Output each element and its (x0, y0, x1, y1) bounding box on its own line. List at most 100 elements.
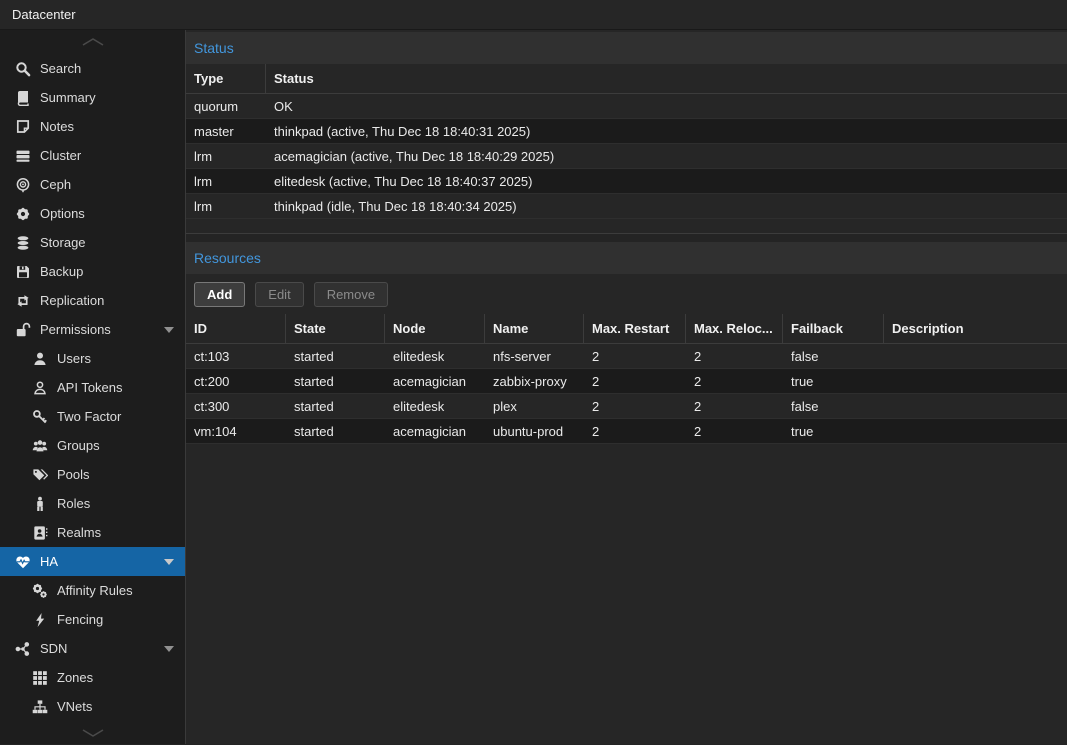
resource-name-cell: nfs-server (485, 349, 584, 364)
status-type-cell: lrm (186, 174, 266, 189)
resource-id-cell: ct:200 (186, 374, 286, 389)
status-value-cell: acemagician (active, Thu Dec 18 18:40:29… (266, 149, 1067, 164)
status-table-row[interactable]: lrm elitedesk (active, Thu Dec 18 18:40:… (186, 169, 1067, 194)
sidebar-item-label: Search (40, 61, 81, 76)
collapse-caret-icon[interactable] (164, 646, 174, 652)
column-header-status[interactable]: Status (266, 64, 1067, 93)
sidebar-item-label: SDN (40, 641, 67, 656)
sidebar-item-label: Two Factor (57, 409, 121, 424)
sidebar-item-two-factor[interactable]: Two Factor (0, 402, 185, 431)
status-panel-title: Status (194, 40, 234, 56)
sidebar-item-ceph[interactable]: Ceph (0, 170, 185, 199)
status-type-cell: quorum (186, 99, 266, 114)
resource-failback-cell: true (783, 424, 884, 439)
sidebar-item-api-tokens[interactable]: API Tokens (0, 373, 185, 402)
sidebar-item-cluster[interactable]: Cluster (0, 141, 185, 170)
column-header-name[interactable]: Name (485, 314, 584, 343)
user-icon (32, 351, 48, 367)
sidebar-item-storage[interactable]: Storage (0, 228, 185, 257)
resource-node-cell: elitedesk (385, 349, 485, 364)
sidebar-item-label: Realms (57, 525, 101, 540)
sidebar-item-realms[interactable]: Realms (0, 518, 185, 547)
sidebar-item-groups[interactable]: Groups (0, 431, 185, 460)
sidebar-item-roles[interactable]: Roles (0, 489, 185, 518)
resource-node-cell: elitedesk (385, 399, 485, 414)
floppy-disk-icon (15, 264, 31, 280)
add-button[interactable]: Add (194, 282, 245, 307)
ha-panel: Status Type Status quorum OK master thin… (186, 30, 1067, 744)
sidebar-item-sdn[interactable]: SDN (0, 634, 185, 663)
column-header-description[interactable]: Description (884, 314, 1067, 343)
sidebar-item-summary[interactable]: Summary (0, 83, 185, 112)
resource-max-restart-cell: 2 (584, 399, 686, 414)
sidebar-item-label: Fencing (57, 612, 103, 627)
sidebar-item-vnets[interactable]: VNets (0, 692, 185, 721)
column-header-max-restart[interactable]: Max. Restart (584, 314, 686, 343)
column-header-type[interactable]: Type (186, 64, 266, 93)
ceph-icon (15, 177, 31, 193)
resources-table-header: ID State Node Name Max. Restart Max. Rel… (186, 314, 1067, 344)
column-header-failback[interactable]: Failback (783, 314, 884, 343)
sidebar-item-users[interactable]: Users (0, 344, 185, 373)
status-type-cell: lrm (186, 199, 266, 214)
resource-failback-cell: true (783, 374, 884, 389)
sidebar-item-pools[interactable]: Pools (0, 460, 185, 489)
remove-button[interactable]: Remove (314, 282, 388, 307)
resource-state-cell: started (286, 349, 385, 364)
resource-id-cell: ct:103 (186, 349, 286, 364)
resource-row[interactable]: ct:200 started acemagician zabbix-proxy … (186, 369, 1067, 394)
sidebar-item-label: Affinity Rules (57, 583, 133, 598)
sidebar-item-options[interactable]: Options (0, 199, 185, 228)
sidebar-item-label: Replication (40, 293, 104, 308)
person-icon (32, 496, 48, 512)
chevron-down-icon (80, 728, 106, 738)
datacenter-nav-tree: Search Summary Notes Cluster Ceph Option… (0, 30, 186, 744)
column-header-max-relocate[interactable]: Max. Reloc... (686, 314, 783, 343)
sidebar-item-fencing[interactable]: Fencing (0, 605, 185, 634)
sidebar-item-label: HA (40, 554, 58, 569)
sidebar-item-label: Roles (57, 496, 90, 511)
resources-toolbar: Add Edit Remove (186, 274, 1067, 314)
column-header-state[interactable]: State (286, 314, 385, 343)
sidebar-item-label: Storage (40, 235, 86, 250)
resource-row[interactable]: ct:103 started elitedesk nfs-server 2 2 … (186, 344, 1067, 369)
resource-name-cell: ubuntu-prod (485, 424, 584, 439)
sidebar-item-label: Cluster (40, 148, 81, 163)
collapse-caret-icon[interactable] (164, 327, 174, 333)
tree-scroll-up[interactable] (0, 30, 185, 54)
address-book-icon (32, 525, 48, 541)
resource-max-relocate-cell: 2 (686, 374, 783, 389)
sidebar-item-zones[interactable]: Zones (0, 663, 185, 692)
sidebar-item-permissions[interactable]: Permissions (0, 315, 185, 344)
edit-button[interactable]: Edit (255, 282, 303, 307)
network-icon (15, 641, 31, 657)
status-value-cell: thinkpad (active, Thu Dec 18 18:40:31 20… (266, 124, 1067, 139)
status-table-row[interactable]: lrm thinkpad (idle, Thu Dec 18 18:40:34 … (186, 194, 1067, 219)
sidebar-item-backup[interactable]: Backup (0, 257, 185, 286)
database-icon (15, 235, 31, 251)
resource-node-cell: acemagician (385, 424, 485, 439)
resource-max-relocate-cell: 2 (686, 399, 783, 414)
status-table-row[interactable]: quorum OK (186, 94, 1067, 119)
resources-panel-title: Resources (194, 250, 261, 266)
bolt-icon (32, 612, 48, 628)
resource-row[interactable]: vm:104 started acemagician ubuntu-prod 2… (186, 419, 1067, 444)
sidebar-item-notes[interactable]: Notes (0, 112, 185, 141)
collapse-caret-icon[interactable] (164, 559, 174, 565)
sidebar-item-label: API Tokens (57, 380, 123, 395)
resource-row[interactable]: ct:300 started elitedesk plex 2 2 false (186, 394, 1067, 419)
retweet-icon (15, 293, 31, 309)
status-table-row[interactable]: master thinkpad (active, Thu Dec 18 18:4… (186, 119, 1067, 144)
column-header-id[interactable]: ID (186, 314, 286, 343)
column-header-node[interactable]: Node (385, 314, 485, 343)
sidebar-item-search[interactable]: Search (0, 54, 185, 83)
sidebar-item-label: Users (57, 351, 91, 366)
sitemap-icon (32, 699, 48, 715)
status-table-row[interactable]: lrm acemagician (active, Thu Dec 18 18:4… (186, 144, 1067, 169)
resource-name-cell: plex (485, 399, 584, 414)
tree-scroll-down[interactable] (0, 721, 185, 744)
sidebar-item-affinity-rules[interactable]: Affinity Rules (0, 576, 185, 605)
sidebar-item-ha[interactable]: HA (0, 547, 185, 576)
sidebar-item-replication[interactable]: Replication (0, 286, 185, 315)
sidebar-item-label: Options (40, 206, 85, 221)
